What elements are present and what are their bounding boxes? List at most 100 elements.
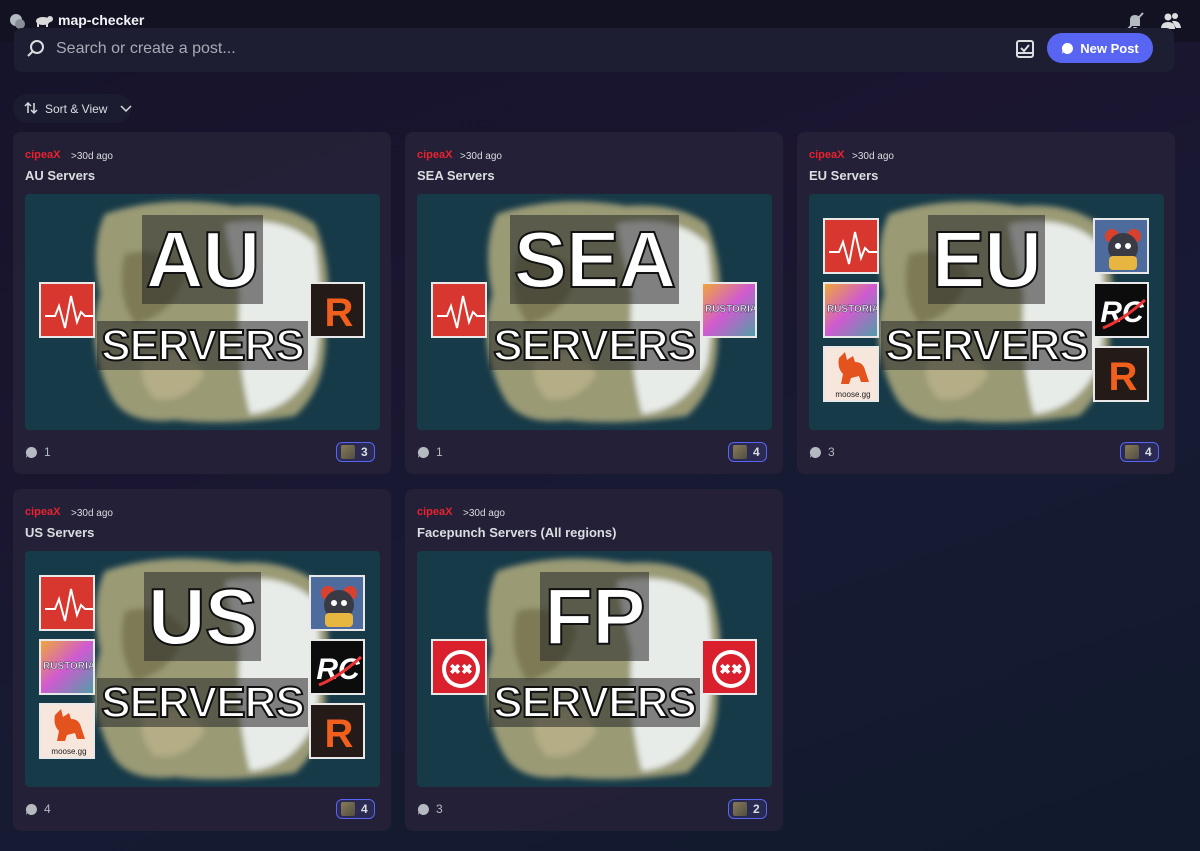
reaction-button[interactable]: 3 <box>336 442 375 462</box>
moose-shape-icon <box>838 352 869 384</box>
thumbnail-headline-text: AU <box>141 215 264 304</box>
channel-emoji-icon <box>36 16 53 27</box>
moose-logo-icon: moose.gg <box>825 348 877 400</box>
post-title[interactable]: SEA Servers <box>417 168 495 183</box>
post-timestamp: >30d ago <box>71 151 113 162</box>
search-input[interactable] <box>56 37 956 61</box>
forum-post-card[interactable]: cipeaX >30d ago SEA Servers SEA SERVERS … <box>405 132 783 474</box>
post-thumbnail[interactable]: AU SERVERS R <box>25 194 380 430</box>
post-title[interactable]: AU Servers <box>25 168 95 183</box>
post-author[interactable]: cipeaX <box>809 149 844 161</box>
sort-view-label: Sort & View <box>45 102 108 116</box>
chat-bubble-icon <box>1062 42 1074 54</box>
svg-text:R: R <box>1109 355 1138 399</box>
svg-text:R: R <box>325 291 354 335</box>
pulse-logo-icon <box>433 284 485 336</box>
post-author[interactable]: cipeaX <box>25 149 60 161</box>
server-logo-right-1: ✖✖ <box>701 639 757 695</box>
server-logo-right-2: RC <box>1093 282 1149 338</box>
server-logo-right-3: R <box>1093 346 1149 402</box>
reaction-emoji-icon <box>341 802 355 816</box>
chat-bubble-icon <box>25 803 37 815</box>
reaction-button[interactable]: 4 <box>336 799 375 819</box>
rustoria-logo-text: RUSTORIA <box>704 304 757 315</box>
chat-bubble-icon <box>809 446 821 458</box>
svg-text:✖✖: ✖✖ <box>719 661 742 677</box>
reaction-emoji-icon <box>733 445 747 459</box>
server-logo-left-1 <box>39 575 95 631</box>
post-thumbnail[interactable]: US SERVERS RUSTORIA moose.gg RC R <box>25 551 380 787</box>
chat-bubble-icon <box>417 803 429 815</box>
svg-text:RC: RC <box>316 653 361 686</box>
message-count: 3 <box>417 802 443 816</box>
forum-post-card[interactable]: cipeaX >30d ago Facepunch Servers (All r… <box>405 489 783 831</box>
search-bar: New Post <box>14 28 1174 72</box>
rc-logo-icon: RC <box>1095 284 1147 336</box>
r-logo-icon: R <box>311 284 363 336</box>
thumbnail-headline-text: SEA <box>509 215 680 304</box>
reaction-emoji-icon <box>1125 445 1139 459</box>
server-logo-right-1: R <box>309 282 365 338</box>
pulse-logo-icon <box>41 577 93 629</box>
rustoria-logo-text: RUSTORIA <box>826 304 879 315</box>
post-author[interactable]: cipeaX <box>417 506 452 518</box>
thumbnail-headline-text: US <box>143 572 262 661</box>
reaction-count: 3 <box>361 445 368 459</box>
server-logo-left-1 <box>823 218 879 274</box>
thumbnail-headline-text: EU <box>927 215 1046 304</box>
post-timestamp: >30d ago <box>852 151 894 162</box>
server-logo-left-1 <box>431 282 487 338</box>
message-count-value: 1 <box>436 445 443 459</box>
server-logo-right-1 <box>309 575 365 631</box>
chat-bubble-icon <box>417 446 429 458</box>
reaction-button[interactable]: 4 <box>728 442 767 462</box>
forum-post-card[interactable]: cipeaX >30d ago AU Servers AU SERVERS R <box>13 132 391 474</box>
bear-logo-icon <box>1095 220 1147 272</box>
chat-bubble-icon <box>25 446 37 458</box>
message-count-value: 4 <box>44 802 51 816</box>
message-count-value: 1 <box>44 445 51 459</box>
reaction-count: 4 <box>361 802 368 816</box>
reaction-button[interactable]: 2 <box>728 799 767 819</box>
post-title[interactable]: Facepunch Servers (All regions) <box>417 525 616 540</box>
message-count: 1 <box>25 445 51 459</box>
post-thumbnail[interactable]: EU SERVERS RUSTORIA moose.gg RC R <box>809 194 1164 430</box>
facepunch-logo-icon: ✖✖ <box>433 641 485 693</box>
facepunch-logo-icon: ✖✖ <box>703 641 755 693</box>
post-thumbnail[interactable]: SEA SERVERS RUSTORIA <box>417 194 772 430</box>
chevron-down-icon <box>120 105 132 113</box>
reaction-button[interactable]: 4 <box>1120 442 1159 462</box>
thumbnail-headline-text: FP <box>540 572 649 661</box>
post-timestamp: >30d ago <box>71 508 113 519</box>
reaction-emoji-icon <box>733 802 747 816</box>
rustoria-logo-icon: RUSTORIA <box>825 284 879 336</box>
server-logo-left-3: moose.gg <box>823 346 879 402</box>
svg-text:RC: RC <box>1100 296 1145 329</box>
rustoria-logo-icon: RUSTORIA <box>703 284 757 336</box>
pulse-logo-icon <box>41 284 93 336</box>
pulse-logo-icon <box>825 220 877 272</box>
post-title[interactable]: US Servers <box>25 525 94 540</box>
post-author[interactable]: cipeaX <box>25 506 60 518</box>
inbox-icon[interactable] <box>1015 39 1035 59</box>
forum-post-card[interactable]: cipeaX >30d ago EU Servers EU SERVERS RU… <box>797 132 1175 474</box>
forum-post-card[interactable]: cipeaX >30d ago US Servers US SERVERS RU… <box>13 489 391 831</box>
server-logo-left-2: RUSTORIA <box>39 639 95 695</box>
message-count-value: 3 <box>436 802 443 816</box>
r-logo-icon: R <box>1095 348 1147 400</box>
post-title[interactable]: EU Servers <box>809 168 878 183</box>
server-logo-right-3: R <box>309 703 365 759</box>
svg-text:✖✖: ✖✖ <box>449 661 472 677</box>
moose-logo-icon: moose.gg <box>41 705 93 757</box>
sort-view-button[interactable]: Sort & View <box>13 94 132 123</box>
moose-logo-text: moose.gg <box>51 747 87 756</box>
post-author[interactable]: cipeaX <box>417 149 452 161</box>
new-post-button[interactable]: New Post <box>1047 33 1153 63</box>
reaction-emoji-icon <box>341 445 355 459</box>
moose-logo-text: moose.gg <box>835 390 871 399</box>
post-thumbnail[interactable]: FP SERVERS ✖✖ ✖✖ <box>417 551 772 787</box>
server-logo-left-1 <box>39 282 95 338</box>
sort-icon <box>24 101 38 115</box>
message-count: 1 <box>417 445 443 459</box>
rustoria-logo-icon: RUSTORIA <box>41 641 93 693</box>
